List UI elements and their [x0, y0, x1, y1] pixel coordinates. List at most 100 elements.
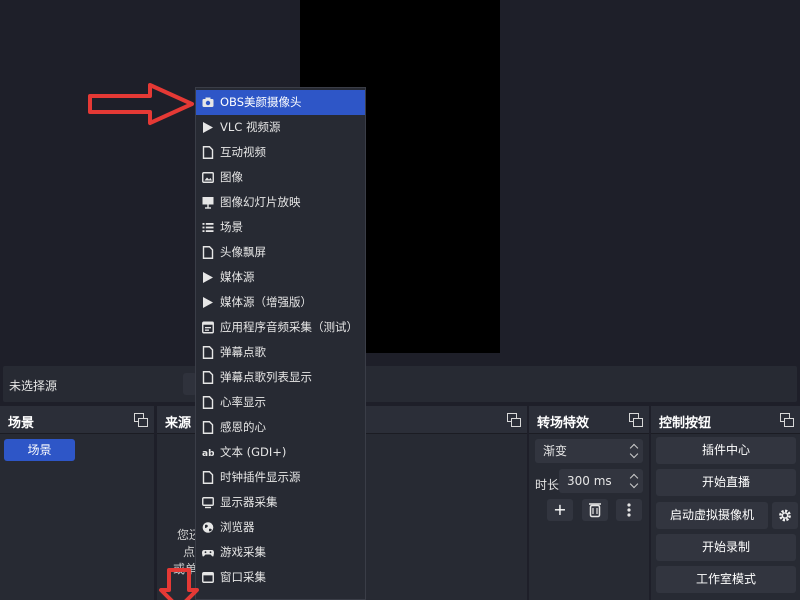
- menu-item-label: 场景: [220, 220, 243, 234]
- controls-dock-header: 控制按钮: [651, 406, 800, 434]
- menu-item-image[interactable]: 图像: [196, 165, 365, 190]
- file-icon: [202, 371, 214, 384]
- file-icon: [202, 346, 214, 359]
- menu-item-label: 图像: [220, 170, 243, 184]
- camera-icon: [202, 96, 214, 109]
- menu-item-interactive-video[interactable]: 互动视频: [196, 140, 365, 165]
- menu-item-label: 游戏采集: [220, 545, 266, 559]
- transitions-dock-title: 转场特效: [537, 416, 590, 431]
- virtual-camera-settings-button[interactable]: [772, 502, 798, 529]
- annotation-arrow-right-icon: [88, 83, 194, 125]
- menu-item-window-capture[interactable]: 窗口采集: [196, 565, 365, 590]
- menu-item-media-source-enhanced[interactable]: 媒体源（增强版）: [196, 290, 365, 315]
- file-icon: [202, 396, 214, 409]
- transition-type-value: 渐变: [543, 444, 568, 458]
- menu-item-vlc-video-source[interactable]: VLC 视频源: [196, 115, 365, 140]
- sources-dock-title: 来源: [165, 416, 192, 431]
- menu-item-label: 显示器采集: [220, 495, 278, 509]
- start-recording-button[interactable]: 开始录制: [656, 534, 796, 561]
- transitions-dock-header: 转场特效: [529, 406, 649, 434]
- plugin-center-button[interactable]: 插件中心: [656, 437, 796, 464]
- menu-item-media-source[interactable]: 媒体源: [196, 265, 365, 290]
- menu-item-label: 互动视频: [220, 145, 266, 159]
- menu-item-browser[interactable]: 浏览器: [196, 515, 365, 540]
- menu-item-label: 弹幕点歌列表显示: [220, 370, 312, 384]
- remove-transition-button[interactable]: [582, 499, 608, 521]
- window-icon: [202, 571, 214, 584]
- add-transition-button[interactable]: +: [547, 499, 573, 521]
- transitions-dock: 转场特效 渐变 时长 300 ms +: [529, 406, 649, 600]
- menu-item-label: 应用程序音频采集（测试）: [220, 320, 358, 334]
- menu-item-label: OBS美颜摄像头: [220, 95, 302, 109]
- menu-item-app-audio-capture[interactable]: 应用程序音频采集（测试）: [196, 315, 365, 340]
- globe-icon: [202, 521, 214, 534]
- gear-icon: [779, 509, 791, 522]
- scenes-dock-title: 场景: [8, 416, 35, 431]
- menu-item-label: 文本 (GDI+): [220, 445, 287, 459]
- chevron-updown-icon: [631, 443, 637, 459]
- menu-item-heart-rate[interactable]: 心率显示: [196, 390, 365, 415]
- annotation-arrow-down-icon: [159, 568, 199, 600]
- image-icon: [202, 171, 214, 184]
- controls-dock: 控制按钮 插件中心 开始直播 启动虚拟摄像机 开始录制 工作室模式: [651, 406, 800, 600]
- duration-spinbox[interactable]: 300 ms: [559, 469, 643, 493]
- menu-item-game-capture[interactable]: 游戏采集: [196, 540, 365, 565]
- source-toolbar: 未选择源: [3, 366, 797, 402]
- scenes-dock-header: 场景: [0, 406, 154, 434]
- menu-item-obs-beauty-camera[interactable]: OBS美颜摄像头: [196, 90, 365, 115]
- menu-item-image-slideshow[interactable]: 图像幻灯片放映: [196, 190, 365, 215]
- start-streaming-button[interactable]: 开始直播: [656, 469, 796, 496]
- selected-source-label: 未选择源: [9, 379, 58, 393]
- add-source-menu: OBS美颜摄像头 VLC 视频源 互动视频 图像 图像幻灯片放映 场景 头像飘屏…: [195, 87, 366, 600]
- float-dock-icon[interactable]: [134, 413, 148, 427]
- app-audio-icon: [202, 321, 214, 334]
- list-icon: [202, 221, 214, 234]
- menu-item-label: 浏览器: [220, 520, 255, 534]
- file-icon: [202, 246, 214, 259]
- menu-item-display-capture[interactable]: 显示器采集: [196, 490, 365, 515]
- menu-item-danmaku-song-list[interactable]: 弹幕点歌列表显示: [196, 365, 365, 390]
- controls-dock-title: 控制按钮: [659, 416, 712, 431]
- duration-value: 300 ms: [567, 474, 612, 488]
- menu-item-label: 窗口采集: [220, 570, 266, 584]
- trash-icon: [589, 503, 601, 518]
- empty-sources-hint: 点: [183, 545, 196, 559]
- menu-item-label: 心率显示: [220, 395, 266, 409]
- menu-item-label: 媒体源: [220, 270, 255, 284]
- menu-item-label: 时钟插件显示源: [220, 470, 301, 484]
- menu-item-scene[interactable]: 场景: [196, 215, 365, 240]
- menu-item-grateful-heart[interactable]: 感恩的心: [196, 415, 365, 440]
- text-icon: ab: [202, 446, 214, 459]
- menu-item-label: VLC 视频源: [220, 120, 281, 134]
- svg-text:ab: ab: [202, 449, 214, 459]
- menu-item-label: 头像飘屏: [220, 245, 266, 259]
- file-icon: [202, 146, 214, 159]
- menu-item-avatar-float[interactable]: 头像飘屏: [196, 240, 365, 265]
- float-dock-icon[interactable]: [507, 413, 521, 427]
- studio-mode-button[interactable]: 工作室模式: [656, 566, 796, 593]
- menu-item-label: 感恩的心: [220, 420, 266, 434]
- menu-item-danmaku-song-request[interactable]: 弹幕点歌: [196, 340, 365, 365]
- transition-properties-button[interactable]: [616, 499, 642, 521]
- menu-item-label: 弹幕点歌: [220, 345, 266, 359]
- plus-icon: +: [553, 500, 567, 519]
- menu-item-clock-plugin[interactable]: 时钟插件显示源: [196, 465, 365, 490]
- float-dock-icon[interactable]: [629, 413, 643, 427]
- float-dock-icon[interactable]: [780, 413, 794, 427]
- file-icon: [202, 471, 214, 484]
- slideshow-icon: [202, 196, 214, 209]
- preview-area[interactable]: [0, 0, 800, 364]
- menu-item-label: 媒体源（增强版）: [220, 295, 312, 309]
- play-icon: [202, 296, 214, 309]
- menu-item-text-gdi[interactable]: ab 文本 (GDI+): [196, 440, 365, 465]
- menu-item-label: 图像幻灯片放映: [220, 195, 301, 209]
- spin-arrows-icon[interactable]: [631, 473, 637, 489]
- file-icon: [202, 421, 214, 434]
- play-icon: [202, 271, 214, 284]
- gamepad-icon: [202, 546, 214, 559]
- start-virtual-camera-button[interactable]: 启动虚拟摄像机: [656, 502, 768, 529]
- scene-list-item[interactable]: 场景: [4, 439, 75, 461]
- transition-type-select[interactable]: 渐变: [535, 439, 643, 463]
- duration-label: 时长: [535, 478, 560, 492]
- more-vertical-icon: [627, 503, 631, 517]
